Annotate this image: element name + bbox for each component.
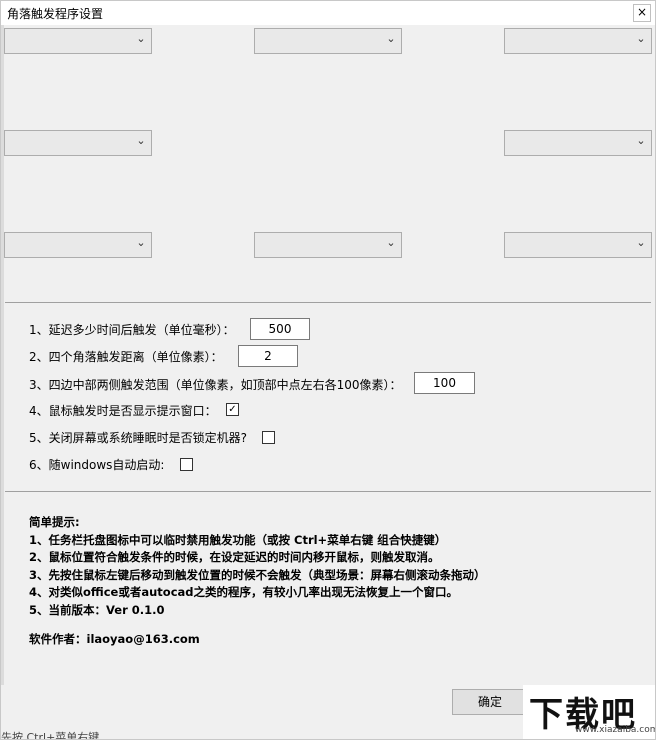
hint-line: 3、先按住鼠标左键后移动到触发位置的时候不会触发（典型场景：屏幕右侧滚动条拖动）: [29, 567, 486, 582]
show-tip-checkbox[interactable]: ✓: [226, 403, 239, 416]
watermark-url: www.xiazaiba.com: [575, 725, 656, 735]
window-title: 角落触发程序设置: [7, 7, 104, 21]
chevron-down-icon: ⌄: [636, 32, 646, 45]
left-edge: [1, 25, 4, 685]
divider-top: [5, 302, 651, 303]
corner-distance-label: 2、四个角落触发距离（单位像素）：: [29, 350, 223, 364]
edge-range-label: 3、四边中部两侧触发范围（单位像素，如顶部中点左右各100像素）：: [29, 378, 402, 392]
dropdown-middle-right[interactable]: ⌄: [504, 130, 652, 156]
autostart-checkbox[interactable]: [180, 458, 193, 471]
close-button[interactable]: ×: [633, 4, 651, 22]
dropdown-bottom-center[interactable]: ⌄: [254, 232, 402, 258]
author-text: 软件作者：ilaoyao@163.com: [29, 632, 200, 646]
title-bar: 角落触发程序设置 ×: [1, 1, 655, 25]
watermark-logo: 下载吧 www.xiazaiba.com: [523, 685, 655, 739]
chevron-down-icon: ⌄: [136, 236, 146, 249]
autostart-label: 6、随windows自动启动:: [29, 458, 165, 472]
hint-line: 2、鼠标位置符合触发条件的时候，在设定延迟的时间内移开鼠标，则触发取消。: [29, 550, 440, 564]
show-tip-label: 4、鼠标触发时是否显示提示窗口：: [29, 404, 217, 418]
dropdown-top-center[interactable]: ⌄: [254, 28, 402, 54]
edge-range-input[interactable]: 100: [414, 372, 475, 394]
hint-line: 5、当前版本：Ver 0.1.0: [29, 602, 165, 617]
chevron-down-icon: ⌄: [636, 134, 646, 147]
chevron-down-icon: ⌄: [136, 134, 146, 147]
chevron-down-icon: ⌄: [386, 236, 396, 249]
chevron-down-icon: ⌄: [136, 32, 146, 45]
lock-checkbox[interactable]: [262, 431, 275, 444]
chevron-down-icon: ⌄: [386, 32, 396, 45]
dropdown-bottom-left[interactable]: ⌄: [4, 232, 152, 258]
ok-button[interactable]: 确定: [452, 689, 528, 715]
settings-window: 角落触发程序设置 × ⌄ ⌄ ⌄ ⌄ ⌄ ⌄ ⌄ ⌄ 1、延迟多少时间后触发（单…: [0, 0, 656, 740]
divider-bottom: [5, 491, 651, 492]
hints-heading: 简单提示:: [29, 515, 80, 529]
dropdown-bottom-right[interactable]: ⌄: [504, 232, 652, 258]
dropdown-top-left[interactable]: ⌄: [4, 28, 152, 54]
chevron-down-icon: ⌄: [636, 236, 646, 249]
delay-input[interactable]: 500: [250, 318, 310, 340]
delay-label: 1、延迟多少时间后触发（单位毫秒）：: [29, 323, 235, 337]
lock-label: 5、关闭屏幕或系统睡眠时是否锁定机器?: [29, 431, 248, 445]
corner-distance-input[interactable]: 2: [238, 345, 298, 367]
checkmark-icon: ✓: [228, 404, 237, 415]
background-window-text: 先按 Ctrl+菜单右键 ...: [1, 731, 114, 740]
hint-line: 1、任务栏托盘图标中可以临时禁用触发功能（或按 Ctrl+菜单右键 组合快捷键）: [29, 532, 447, 547]
hint-line: 4、对类似office或者autocad之类的程序，有较小几率出现无法恢复上一个…: [29, 585, 458, 599]
dropdown-top-right[interactable]: ⌄: [504, 28, 652, 54]
dropdown-middle-left[interactable]: ⌄: [4, 130, 152, 156]
hints-block: 简单提示: 1、任务栏托盘图标中可以临时禁用触发功能（或按 Ctrl+菜单右键 …: [29, 514, 486, 619]
